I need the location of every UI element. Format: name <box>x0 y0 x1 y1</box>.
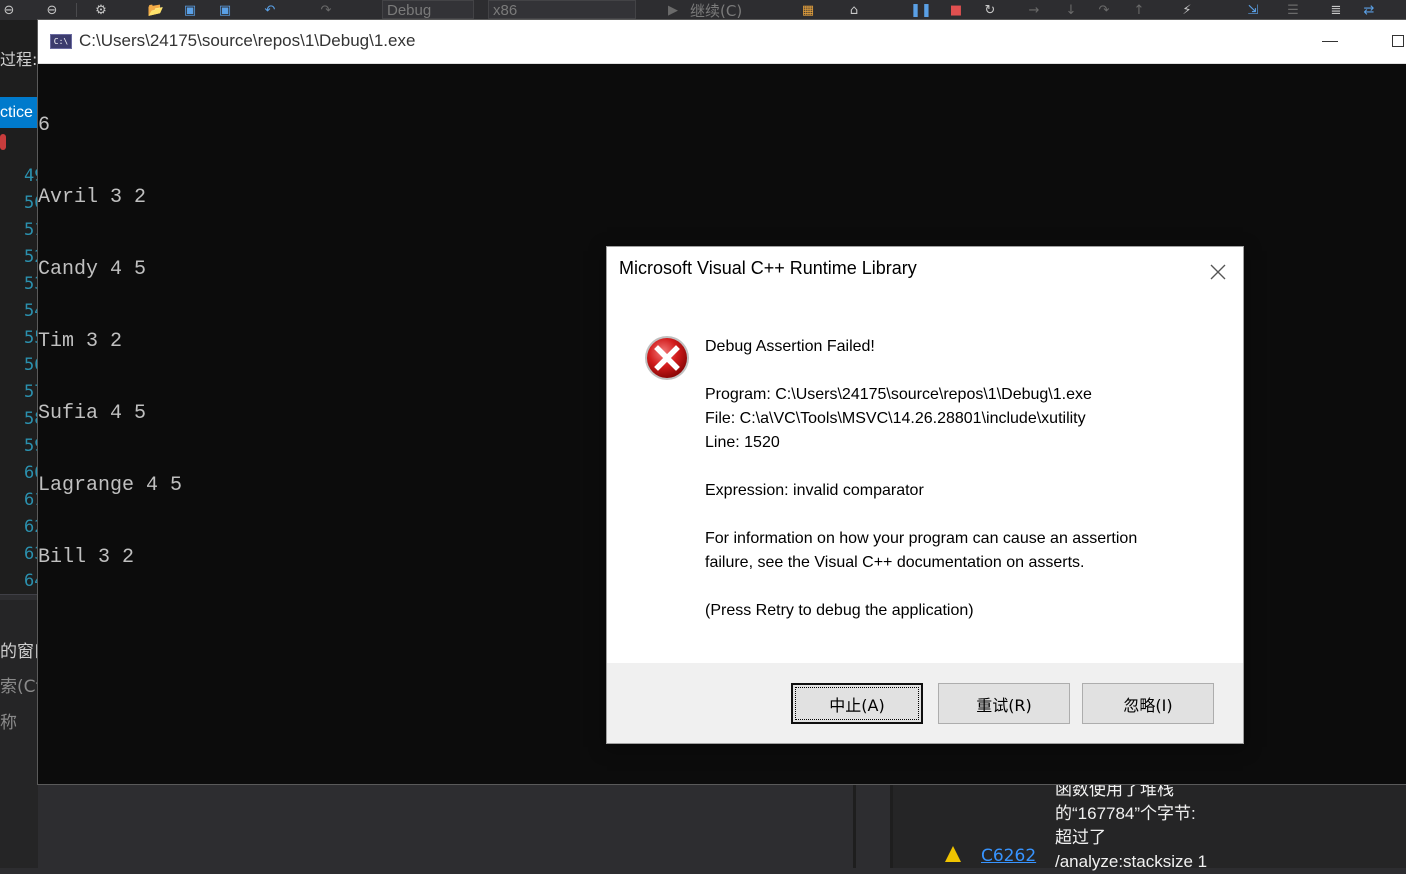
press-retry-text: (Press Retry to debug the application) <box>705 602 974 619</box>
ide-toolbar: ⊖ ⊖ ⚙ 📂 ▣ ▣ ↶ ↷ Debug x86 ▶ 继续(C) ▦ ⌂ ❚❚… <box>0 0 1406 21</box>
retry-button[interactable]: 重试(R) <box>938 683 1070 724</box>
error-marker-icon <box>0 134 6 150</box>
open-file-icon[interactable]: 📂 <box>146 2 166 18</box>
line-number: 64 <box>24 571 38 591</box>
assertion-heading: Debug Assertion Failed! <box>705 338 875 355</box>
line-number: 52 <box>24 247 38 267</box>
file-path: File: C:\a\VC\Tools\MSVC\14.26.28801\inc… <box>705 410 1086 427</box>
restart-icon[interactable]: ↻ <box>980 2 1000 18</box>
line-number: 59 <box>24 436 38 456</box>
ignore-button[interactable]: 忽略(I) <box>1082 683 1214 724</box>
show-next-statement-icon[interactable]: → <box>1024 2 1044 18</box>
home-icon[interactable]: ⌂ <box>844 2 864 18</box>
undo-icon[interactable]: ↶ <box>260 2 280 18</box>
warning-icon <box>945 846 961 862</box>
line-number: 50 <box>24 193 38 213</box>
window-label: 的窗口 <box>0 642 38 662</box>
console-line: Sufia 4 5 <box>38 402 147 425</box>
error-message: 函数使用了堆栈的“167784”个字节: 超过了 /analyze:stacks… <box>1055 780 1208 871</box>
program-path: Program: C:\Users\24175\source\repos\1\D… <box>705 386 1092 403</box>
step-over-icon[interactable]: ↷ <box>1094 2 1114 18</box>
console-title: C:\Users\24175\source\repos\1\Debug\1.ex… <box>79 31 416 50</box>
line-number: 49 <box>24 166 38 186</box>
format-icon[interactable]: ⇄ <box>1358 2 1380 18</box>
console-line: Candy 4 5 <box>38 258 147 281</box>
maximize-icon[interactable] <box>1392 35 1404 47</box>
console-line: Avril 3 2 <box>38 186 147 209</box>
save-icon[interactable]: ▣ <box>180 2 200 18</box>
error-list-panel: 函数使用了堆栈的“167784”个字节: 超过了 /analyze:stacks… <box>893 780 1406 871</box>
save-all-icon[interactable]: ▣ <box>214 2 236 18</box>
solution-config-combo[interactable]: Debug <box>382 0 474 19</box>
expression-text: Expression: invalid comparator <box>705 482 924 499</box>
line-number: 60 <box>24 463 38 483</box>
console-titlebar[interactable]: C:\ C:\Users\24175\source\repos\1\Debug\… <box>38 20 1406 64</box>
hex-display-icon[interactable]: ⚡ <box>1176 2 1198 18</box>
line-number: 57 <box>24 382 38 402</box>
platform-combo[interactable]: x86 <box>488 0 636 19</box>
close-icon[interactable] <box>1205 259 1231 285</box>
attach-icon[interactable]: ▦ <box>798 2 818 18</box>
comment-icon[interactable]: ☰ <box>1282 2 1304 18</box>
console-line: Lagrange 4 5 <box>38 474 183 497</box>
minimize-icon[interactable] <box>1322 41 1338 42</box>
step-into-icon[interactable]: ↓ <box>1062 2 1080 18</box>
line-number: 58 <box>24 409 38 429</box>
back-icon[interactable]: ⊖ <box>2 2 16 18</box>
stop-icon[interactable]: ■ <box>948 2 964 18</box>
toolbar-separator <box>76 3 77 17</box>
console-line: Tim 3 2 <box>38 330 123 353</box>
play-icon[interactable]: ▶ <box>666 2 680 18</box>
list-icon[interactable]: ≣ <box>1326 2 1346 18</box>
line-number: 63 <box>24 544 38 564</box>
line-number-text: Line: 1520 <box>705 434 780 451</box>
console-line: 6 <box>38 114 51 137</box>
assertion-dialog: Microsoft Visual C++ Runtime Library Deb… <box>607 247 1243 743</box>
info-text-line-2: failure, see the Visual C++ documentatio… <box>705 554 1085 571</box>
continue-button[interactable]: 继续(C) <box>690 2 770 20</box>
abort-button[interactable]: 中止(A) <box>791 683 923 724</box>
step-out-icon[interactable]: ↑ <box>1130 2 1148 18</box>
console-output: 6 Avril 3 2 Candy 4 5 Tim 3 2 Sufia 4 5 … <box>38 66 598 618</box>
line-number: 54 <box>24 301 38 321</box>
name-column-label: 称 <box>0 713 17 733</box>
redo-icon[interactable]: ↷ <box>316 2 336 18</box>
error-code-link[interactable]: C6262 <box>981 846 1036 866</box>
build-icon[interactable]: ⚙ <box>92 2 110 18</box>
console-app-icon: C:\ <box>50 34 72 49</box>
error-icon <box>643 334 691 382</box>
line-number: 62 <box>24 517 38 537</box>
panel-splitter[interactable] <box>853 784 856 868</box>
document-tab-active[interactable]: ctice <box>0 97 38 128</box>
forward-icon[interactable]: ⊖ <box>44 2 60 18</box>
line-number: 51 <box>24 220 38 240</box>
line-number: 53 <box>24 274 38 294</box>
dialog-button-bar: 中止(A) 重试(R) 忽略(I) <box>607 663 1243 743</box>
thread-icon[interactable]: ⇲ <box>1242 2 1264 18</box>
info-text-line-1: For information on how your program can … <box>705 530 1138 547</box>
search-label[interactable]: 索(Ctrl <box>0 672 38 697</box>
line-number: 56 <box>24 355 38 375</box>
line-number: 61 <box>24 490 38 510</box>
line-number: 55 <box>24 328 38 348</box>
pause-icon[interactable]: ❚❚ <box>910 2 932 18</box>
ide-tool-window: 的窗口 索(Ctrl 称 <box>0 600 38 868</box>
dialog-title: Microsoft Visual C++ Runtime Library <box>619 258 917 278</box>
procedure-label: 过程: <box>0 50 38 69</box>
dialog-message: Debug Assertion Failed! Program: C:\User… <box>705 335 1215 647</box>
console-line: Bill 3 2 <box>38 546 135 569</box>
